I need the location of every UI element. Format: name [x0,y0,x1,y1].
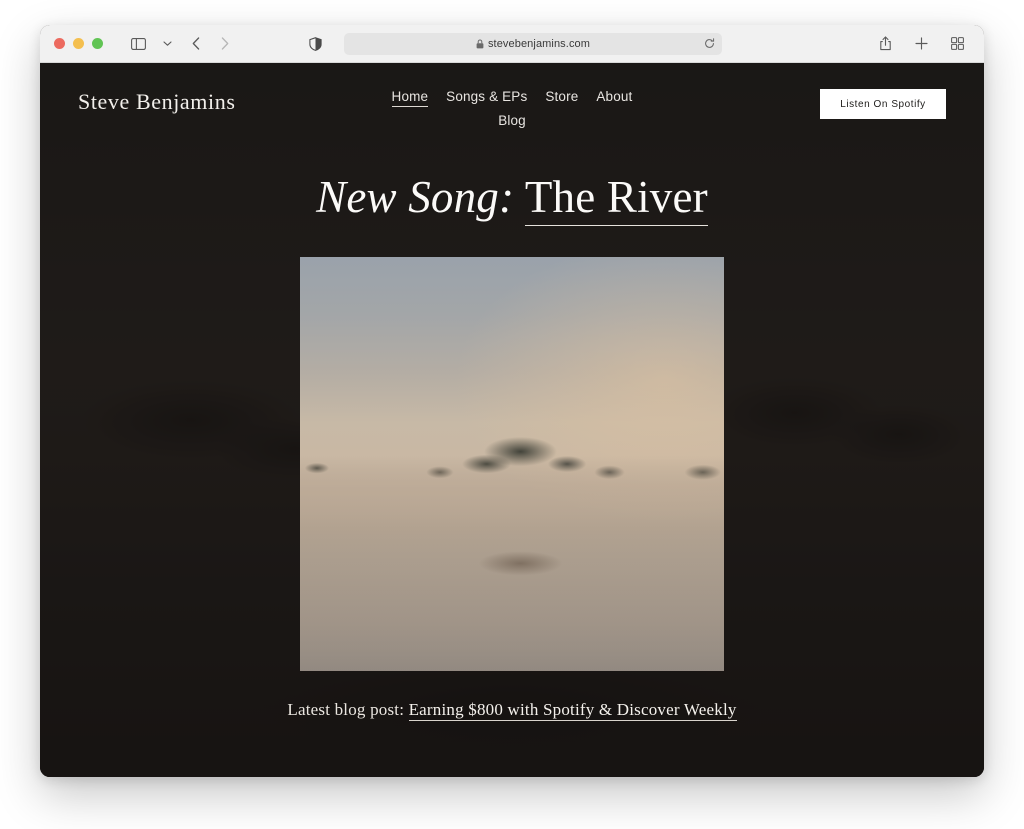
hero-section: New Song: The River Latest blog post: Ea… [40,172,984,721]
web-page: Steve Benjamins Home Songs & EPs Store A… [40,63,984,777]
zoom-window-button[interactable] [92,38,103,49]
browser-toolbar: stevebenjamins.com [40,25,984,63]
back-arrow-icon[interactable] [183,32,209,56]
nav-item-songs-and-eps[interactable]: Songs & EPs [446,89,527,107]
reload-icon[interactable] [704,38,715,49]
latest-blog-post-link[interactable]: Earning $800 with Spotify & Discover Wee… [408,699,737,721]
close-window-button[interactable] [54,38,65,49]
window-controls [54,38,103,49]
plus-icon[interactable] [908,32,934,56]
latest-blog-post-line: Latest blog post: Earning $800 with Spot… [40,699,984,721]
chevron-down-icon[interactable] [154,32,180,56]
main-navigation: Home Songs & EPs Store About Blog [386,89,638,130]
toolbar-actions [872,32,970,56]
cover-art-container[interactable] [300,256,724,671]
tab-overview-icon[interactable] [944,32,970,56]
nav-item-store[interactable]: Store [545,89,578,107]
page-title: New Song: The River [40,172,984,226]
shield-privacy-icon[interactable] [302,32,328,56]
minimize-window-button[interactable] [73,38,84,49]
headline-prefix: New Song: [316,172,515,222]
site-brand[interactable]: Steve Benjamins [78,89,235,115]
browser-window: stevebenjamins.com Steve Benjamins Home … [40,25,984,777]
navigation-controls [125,32,238,56]
share-icon[interactable] [872,32,898,56]
headline-song-link[interactable]: The River [524,172,708,226]
nav-item-about[interactable]: About [596,89,632,107]
address-bar[interactable]: stevebenjamins.com [344,32,722,55]
url-value: stevebenjamins.com [487,37,591,50]
site-header: Steve Benjamins Home Songs & EPs Store A… [40,63,984,145]
listen-on-spotify-button[interactable]: Listen On Spotify [820,89,946,119]
nav-item-home[interactable]: Home [391,89,429,107]
nav-item-blog[interactable]: Blog [498,113,526,130]
cover-art-image[interactable] [300,256,724,671]
sidebar-icon[interactable] [125,32,151,56]
latest-blog-post-label: Latest blog post: [287,699,405,719]
url-text-group: stevebenjamins.com [476,38,590,50]
lock-icon [476,39,484,49]
forward-arrow-icon [212,32,238,56]
